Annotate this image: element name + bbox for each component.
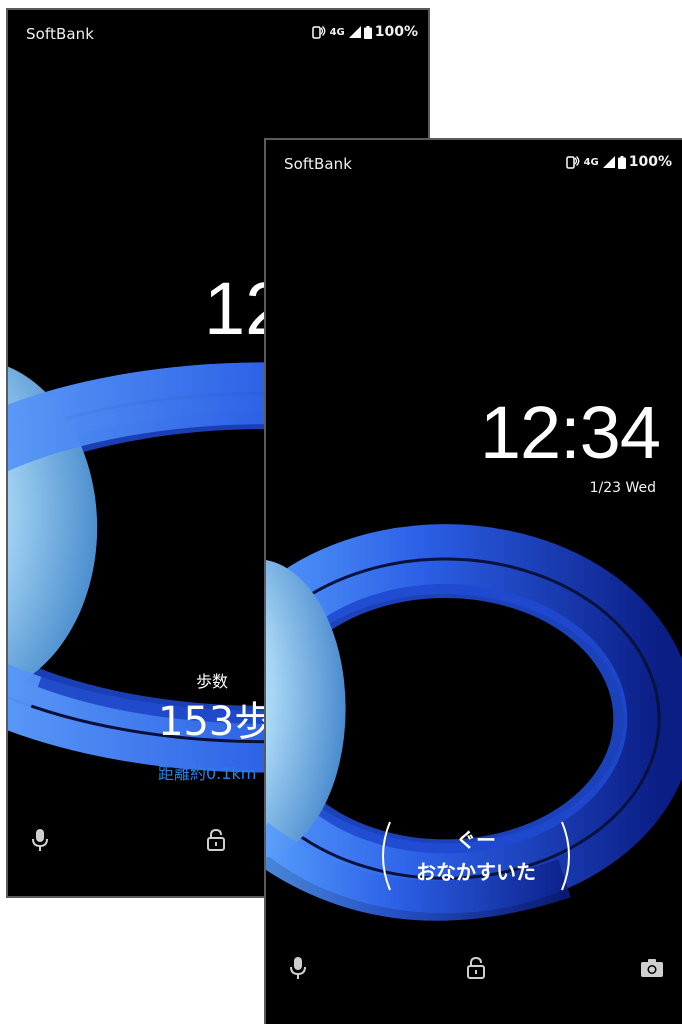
carrier-name: SoftBank [26,25,95,43]
bubble-text-line2: おなかすいた [416,860,536,884]
steps-value: 153歩 [158,699,275,745]
front-lockscreen: SoftBank 4G 100% 12:34 1/23 Wed ぐー おなかすい… [264,138,682,1024]
lockscreen-date: 1/23 Wed [589,480,656,496]
lock-icon[interactable] [206,828,226,852]
screenshot-stage: SoftBank 4G 100% 12 歩数 153歩 距離約0.1km Sof… [0,0,682,1024]
network-type: 4G [583,156,599,168]
bubble-text-line1: ぐー [456,828,496,852]
lock-icon[interactable] [466,956,486,980]
nfc-icon [311,26,325,39]
battery-icon [363,25,372,39]
microphone-icon[interactable] [30,828,50,852]
battery-level: 100% [628,154,672,170]
nfc-icon [565,156,579,169]
carrier-name: SoftBank [284,155,353,173]
battery-icon [617,155,626,169]
network-type: 4G [329,26,345,38]
status-bar: SoftBank 4G 100% [266,140,682,184]
status-icons: 4G 100% [565,154,672,170]
signal-icon [602,156,615,168]
camera-icon[interactable] [640,958,664,978]
signal-icon [348,26,361,38]
battery-level: 100% [374,24,418,40]
distance-text: 距離約0.1km [158,764,257,783]
status-bar: SoftBank 4G 100% [8,10,428,54]
steps-label: 歩数 [196,672,229,691]
concierge-speech-bubble[interactable]: ぐー おなかすいた [376,820,576,892]
status-icons: 4G 100% [311,24,418,40]
microphone-icon[interactable] [288,956,308,980]
lockscreen-clock: 12:34 [479,391,661,474]
